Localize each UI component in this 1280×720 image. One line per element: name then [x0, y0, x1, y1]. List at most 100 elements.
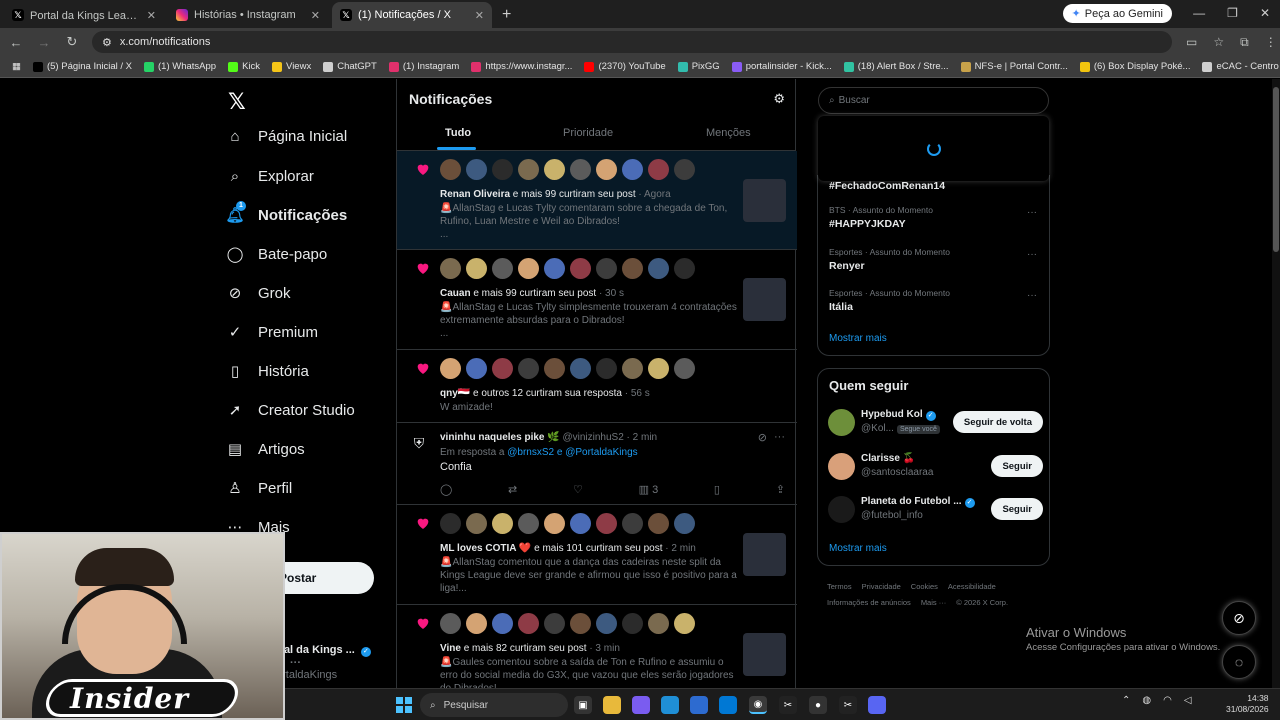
notification-item[interactable]: qny🇾🇪 e outros 12 curtiram sua resposta … — [397, 350, 797, 423]
trends-show-more-link[interactable]: Mostrar mais — [829, 333, 887, 344]
avatar[interactable] — [596, 258, 617, 279]
trend-item[interactable]: Esportes · Assunto do Momento Itália — [829, 288, 950, 313]
reply-author[interactable]: vininhu naqueles pike 🌿 — [440, 432, 560, 443]
page-scrollbar[interactable] — [1272, 79, 1280, 688]
trend-more-icon[interactable]: ··· — [1027, 207, 1037, 218]
like-icon[interactable]: ♡ — [573, 483, 583, 496]
bookmark-item[interactable]: (2370) YouTube — [578, 61, 671, 72]
reply-icon[interactable]: ◯ — [440, 483, 452, 496]
avatar[interactable] — [622, 613, 643, 634]
footer-link[interactable]: Cookies — [911, 582, 938, 591]
bookmark-item[interactable]: (6) Box Display Poké... — [1074, 61, 1197, 72]
account-switcher[interactable]: rtal da Kings ... ✓ ··· ortaldaKings — [276, 644, 390, 681]
sidebar-item-hist-ria[interactable]: ▯ História — [226, 362, 309, 381]
avatar[interactable] — [544, 159, 565, 180]
avatar[interactable] — [518, 513, 539, 534]
browser-tab[interactable]: 𝕏Portal da Kings League 👑 (@P✕ — [4, 2, 164, 28]
avatar[interactable] — [648, 159, 669, 180]
avatar[interactable] — [466, 258, 487, 279]
sidebar-item-perfil[interactable]: ♙ Perfil — [226, 479, 292, 498]
tab-mentions[interactable]: Menções — [706, 127, 751, 139]
close-tab-icon[interactable]: ✕ — [147, 9, 156, 22]
avatar[interactable] — [570, 258, 591, 279]
maximize-icon[interactable]: ❐ — [1227, 6, 1238, 20]
avatar[interactable] — [596, 613, 617, 634]
avatar[interactable] — [492, 613, 513, 634]
avatar[interactable] — [648, 358, 669, 379]
avatar[interactable] — [622, 358, 643, 379]
liker-name[interactable]: qny🇾🇪 — [440, 388, 470, 399]
post-thumbnail[interactable] — [743, 278, 786, 321]
avatar[interactable] — [466, 513, 487, 534]
avatar[interactable] — [544, 613, 565, 634]
trend-item[interactable]: BTS · Assunto do Momento #HAPPYJKDAY — [829, 205, 933, 230]
x-logo-icon[interactable]: 𝕏 — [228, 89, 246, 115]
site-info-icon[interactable]: ⚙ — [102, 36, 112, 49]
bookmark-item[interactable]: eCAC - Centro Virtu... — [1196, 61, 1280, 72]
sidebar-item-artigos[interactable]: ▤ Artigos — [226, 440, 305, 459]
close-window-icon[interactable]: ✕ — [1260, 6, 1270, 20]
bookmark-item[interactable]: (18) Alert Box / Stre... — [838, 61, 955, 72]
sidebar-item-notifica-es[interactable]: 🔔︎ 1 Notificações — [225, 201, 347, 224]
browser-tab-active[interactable]: 𝕏 (1) Notificações / X ✕ — [332, 2, 492, 28]
tab-all[interactable]: Tudo — [445, 127, 471, 139]
follow-show-more-link[interactable]: Mostrar mais — [829, 543, 887, 554]
footer-link[interactable]: © 2026 X Corp. — [956, 598, 1008, 607]
more-icon[interactable]: ··· — [774, 431, 785, 443]
avatar[interactable] — [440, 358, 461, 379]
bookmark-item[interactable]: (5) Página Inicial / X — [27, 61, 138, 72]
trend-more-icon[interactable]: ··· — [1027, 290, 1037, 301]
follow-button[interactable]: Seguir de volta — [952, 411, 1043, 433]
follow-button[interactable]: Seguir — [991, 455, 1043, 477]
bookmark-item[interactable]: https://www.instagr... — [465, 61, 578, 72]
avatar[interactable] — [544, 513, 565, 534]
liker-name[interactable]: Vine — [440, 643, 461, 654]
sidebar-item-grok[interactable]: ⊘ Grok — [226, 284, 291, 303]
footer-link[interactable]: Informações de anúncios — [827, 598, 911, 607]
avatar[interactable] — [622, 513, 643, 534]
notification-item[interactable]: Renan Oliveira e mais 99 curtiram seu po… — [397, 151, 797, 250]
new-tab-icon[interactable]: + — [502, 6, 511, 24]
discord-icon[interactable] — [868, 696, 886, 714]
chrome-icon[interactable]: ◉ — [749, 696, 767, 714]
avatar[interactable] — [648, 613, 669, 634]
avatar[interactable] — [544, 258, 565, 279]
copilot-icon[interactable] — [632, 696, 650, 714]
trend-item[interactable]: Esportes · Assunto do Momento Renyer — [829, 247, 950, 272]
bookmark-item[interactable]: (1) WhatsApp — [138, 61, 222, 72]
mail-icon[interactable] — [719, 696, 737, 714]
close-tab-icon[interactable]: ✕ — [311, 9, 320, 22]
avatar[interactable] — [518, 613, 539, 634]
wifi-icon[interactable]: ◠ — [1163, 695, 1172, 706]
follow-suggestion[interactable]: Planeta do Futebol ... ✓ @futebol_info Se… — [828, 494, 1043, 526]
avatar[interactable] — [440, 613, 461, 634]
avatar[interactable] — [596, 358, 617, 379]
footer-link[interactable]: Privacidade — [862, 582, 901, 591]
extensions-icon[interactable]: ⧉ — [1240, 35, 1249, 50]
bookmark-item[interactable]: Kick — [222, 61, 266, 72]
capcut-icon[interactable]: ✂ — [779, 696, 797, 714]
avatar[interactable] — [544, 358, 565, 379]
store-icon[interactable] — [690, 696, 708, 714]
sidebar-item-bate-papo[interactable]: ◯ Bate-papo — [226, 245, 328, 264]
avatar[interactable] — [674, 513, 695, 534]
reload-icon[interactable]: ↻ — [60, 34, 84, 50]
network-icon[interactable]: ◍ — [1142, 695, 1151, 706]
cast-icon[interactable]: ▭ — [1186, 35, 1197, 50]
more-icon[interactable]: ··· — [290, 657, 301, 669]
avatar[interactable] — [596, 513, 617, 534]
menu-icon[interactable]: ⋮ — [1265, 35, 1277, 50]
footer-link[interactable]: Acessibilidade — [948, 582, 996, 591]
notification-item[interactable]: ⛨ vininhu naqueles pike 🌿 @vinizinhuS2 ·… — [397, 423, 797, 505]
avatar[interactable] — [518, 358, 539, 379]
liker-name[interactable]: Cauan — [440, 288, 471, 299]
browser-tab[interactable]: Histórias • Instagram ✕ — [168, 2, 328, 28]
bookmark-item[interactable]: PixGG — [672, 61, 726, 72]
scrollbar-thumb[interactable] — [1273, 87, 1279, 252]
share-icon[interactable]: ⇪ — [776, 483, 785, 496]
search-input[interactable] — [838, 95, 1019, 106]
chevron-up-icon[interactable]: ⌃ — [1122, 695, 1130, 706]
avatar[interactable] — [492, 258, 513, 279]
sidebar-item-premium[interactable]: ✓ Premium — [226, 323, 318, 342]
bookmark-item[interactable]: (1) Instagram — [383, 61, 466, 72]
